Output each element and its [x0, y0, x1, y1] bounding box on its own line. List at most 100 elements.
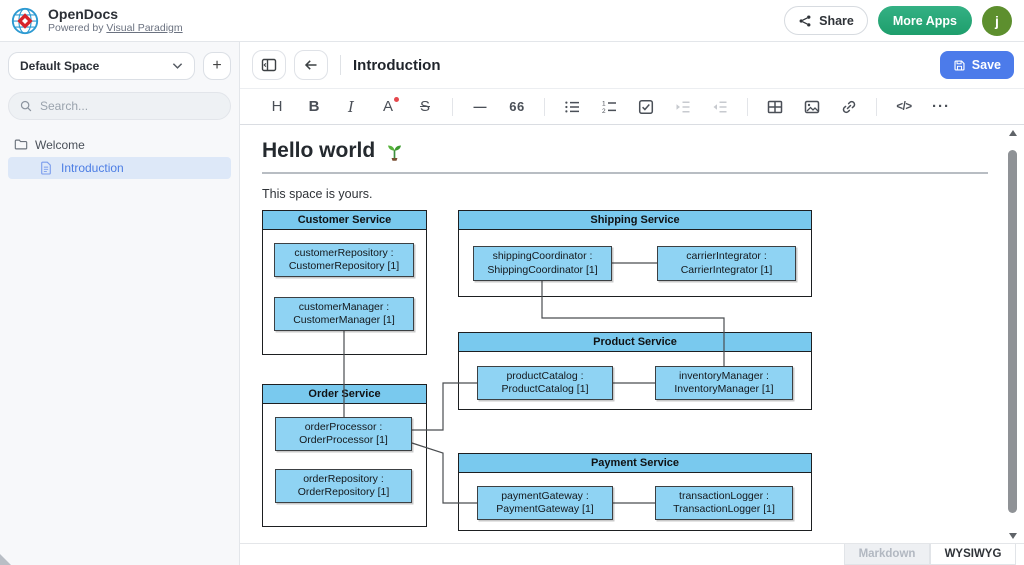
powered-by-prefix: Powered by [48, 22, 106, 34]
chevron-down-icon [172, 62, 183, 70]
font-color-button[interactable]: A [375, 94, 401, 120]
sidebar: Default Space + Welcome Introduction [0, 42, 240, 565]
table-icon [767, 99, 783, 115]
seedling-emoji-icon [384, 141, 405, 162]
page-icon [40, 161, 54, 175]
task-list-button[interactable] [633, 94, 659, 120]
save-button[interactable]: Save [940, 51, 1014, 79]
italic-button[interactable]: I [338, 94, 364, 120]
main-panel: Introduction Save H B I A S — 66 12 </> ··· Hello… [240, 42, 1024, 565]
document-header: Introduction Save [240, 42, 1024, 89]
more-icon: ··· [932, 98, 950, 115]
scroll-down-arrow[interactable] [1006, 529, 1019, 543]
divider [340, 55, 341, 75]
orderProcessor: orderProcessor :OrderProcessor [1] [275, 417, 412, 451]
heading-button[interactable]: H [264, 94, 290, 120]
formatting-toolbar: H B I A S — 66 12 </> ··· [240, 89, 1024, 125]
sidebar-item-welcome[interactable]: Welcome [8, 134, 231, 156]
share-button[interactable]: Share [784, 6, 868, 35]
italic-icon: I [348, 98, 354, 116]
shippingCoordinator: shippingCoordinator :ShippingCoordinator… [473, 246, 612, 281]
vertical-scrollbar[interactable] [1006, 126, 1019, 543]
bullet-list-button[interactable] [559, 94, 585, 120]
editor-footer: MarkdownWYSIWYG [240, 543, 1024, 565]
customerManager: customerManager :CustomerManager [1] [274, 297, 414, 331]
strikethrough-icon: S [420, 98, 430, 115]
outdent-button [707, 94, 733, 120]
image-button[interactable] [799, 94, 825, 120]
horizontal-rule-icon: — [474, 99, 487, 114]
mode-tab-markdown[interactable]: Markdown [844, 544, 930, 565]
avatar[interactable]: j [982, 6, 1012, 36]
svg-text:2: 2 [602, 108, 606, 115]
panel-toggle-icon [261, 57, 277, 73]
search-icon [19, 99, 33, 113]
task-list-icon [638, 99, 654, 115]
space-selector-label: Default Space [20, 59, 99, 73]
app-name: OpenDocs [48, 7, 183, 22]
heading-rule [262, 172, 988, 174]
strikethrough-button[interactable]: S [412, 94, 438, 120]
top-actions: Share More Apps j [784, 6, 1012, 36]
code-icon: </> [896, 101, 911, 113]
search-input[interactable] [40, 99, 220, 113]
ordered-list-button[interactable]: 12 [596, 94, 622, 120]
app-header: OpenDocs Powered by Visual Paradigm Shar… [0, 0, 1024, 42]
back-button[interactable] [294, 50, 328, 80]
ordered-list-icon: 12 [601, 99, 617, 115]
code-button[interactable]: </> [891, 94, 917, 120]
horizontal-rule-button[interactable]: — [467, 94, 493, 120]
svg-text:1: 1 [602, 100, 606, 107]
space-selector[interactable]: Default Space [8, 52, 195, 80]
scroll-up-arrow[interactable] [1006, 126, 1019, 140]
search-box[interactable] [8, 92, 231, 120]
toolbar-separator [876, 98, 877, 116]
carrierIntegrator: carrierIntegrator :CarrierIntegrator [1] [657, 246, 796, 281]
page-title: Introduction [353, 57, 440, 74]
bullet-list-icon [564, 99, 580, 115]
connector-orderProcessor-productCatalog [412, 383, 477, 430]
save-label: Save [972, 58, 1001, 72]
heading-icon: H [272, 98, 283, 115]
transactionLogger: transactionLogger :TransactionLogger [1] [655, 486, 793, 520]
visual-paradigm-logo-icon [10, 6, 40, 36]
link-button[interactable] [836, 94, 862, 120]
opendocs-app: OpenDocs Powered by Visual Paradigm Shar… [0, 0, 1024, 565]
bold-button[interactable]: B [301, 94, 327, 120]
space-row: Default Space + [0, 52, 239, 80]
tree-item-label: Introduction [61, 161, 124, 175]
outdent-icon [712, 99, 728, 115]
paymentGateway: paymentGateway :PaymentGateway [1] [477, 486, 613, 520]
more-button[interactable]: ··· [928, 94, 954, 120]
inventoryManager: inventoryManager :InventoryManager [1] [655, 366, 793, 400]
connector-shippingCoordinator-inventoryManager [542, 281, 724, 366]
uml-component-diagram[interactable]: Customer ServiceShipping ServiceProduct … [262, 210, 812, 535]
table-button[interactable] [762, 94, 788, 120]
toggle-sidebar-button[interactable] [252, 50, 286, 80]
page-tree: Welcome Introduction [0, 134, 239, 179]
heading-text: Hello world [262, 139, 375, 163]
connector-orderProcessor-paymentGateway [412, 443, 477, 503]
toolbar-separator [452, 98, 453, 116]
mode-tab-wysiwyg[interactable]: WYSIWYG [930, 544, 1016, 565]
back-arrow-icon [303, 57, 319, 73]
editor-area[interactable]: Hello world This space is yours. Custome… [240, 126, 1002, 543]
add-page-button[interactable]: + [203, 52, 231, 80]
visual-paradigm-link[interactable]: Visual Paradigm [106, 22, 182, 34]
bold-icon: B [309, 98, 320, 115]
link-icon [841, 99, 857, 115]
toolbar-separator [747, 98, 748, 116]
toolbar-separator [544, 98, 545, 116]
font-color-dot [394, 97, 399, 102]
blockquote-icon: 66 [509, 99, 524, 114]
share-label: Share [819, 14, 854, 28]
sidebar-resize-handle[interactable] [0, 554, 11, 565]
sidebar-item-introduction[interactable]: Introduction [8, 157, 231, 179]
indent-icon [675, 99, 691, 115]
share-icon [798, 14, 812, 28]
document-paragraph[interactable]: This space is yours. [262, 187, 988, 201]
scrollbar-thumb[interactable] [1008, 150, 1017, 513]
document-heading[interactable]: Hello world [262, 139, 988, 163]
blockquote-button[interactable]: 66 [504, 94, 530, 120]
more-apps-button[interactable]: More Apps [878, 6, 972, 35]
